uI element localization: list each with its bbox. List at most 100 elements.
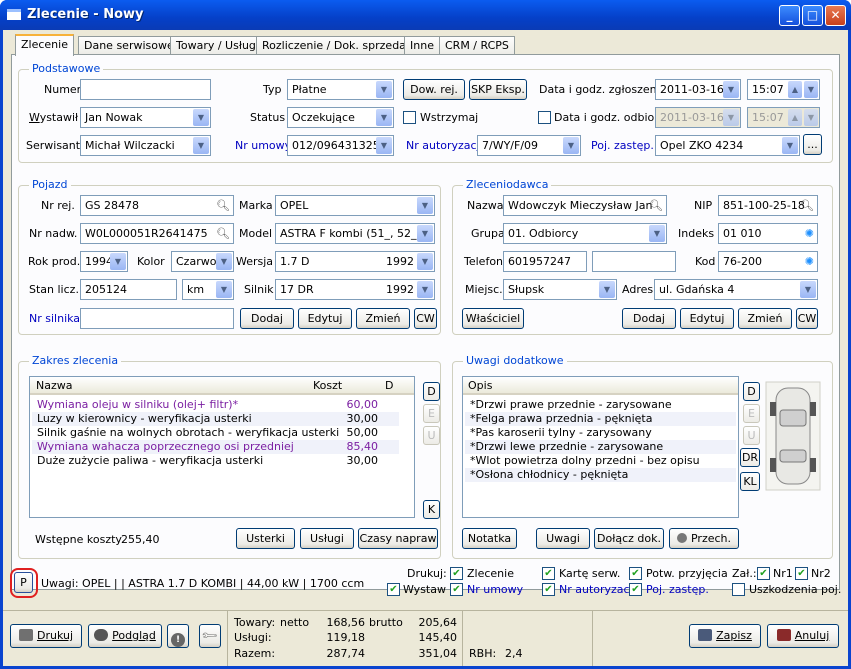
tab-towary-uslugi[interactable]: Towary / Usługi [170, 36, 265, 55]
chevron-down-icon[interactable]: ▼ [723, 81, 739, 98]
przech-button[interactable]: Przech. [669, 528, 739, 549]
chevron-down-icon[interactable]: ▼ [417, 281, 433, 298]
kolor-select[interactable]: Czarwor ▼ [171, 251, 234, 272]
search-icon[interactable]: 🔍︎ [649, 199, 663, 212]
tab-zlecenie[interactable]: Zlecenie [15, 34, 74, 56]
godzina-zgloszenia-spinner[interactable]: 15:07 ▲ ▼ [747, 79, 820, 100]
table-row[interactable]: Wymiana oleju w silniku (olej+ filtr)* 60… [32, 398, 399, 412]
numer-input[interactable] [80, 79, 211, 100]
nr-nadw-input[interactable]: W0L000051R2641475 🔍︎ [80, 223, 234, 244]
usterki-button[interactable]: Usterki [236, 528, 295, 549]
table-row[interactable]: Duże zużycie paliwa - weryfikacja usterk… [32, 454, 399, 468]
spin-up-icon[interactable]: ▲ [788, 109, 802, 126]
grupa-select[interactable]: 01. Odbiorcy ▼ [503, 223, 667, 244]
minimize-button[interactable]: _ [779, 5, 800, 26]
godzina-odbioru-spinner[interactable]: 15:07 ▲ ▼ [747, 107, 820, 128]
chevron-down-icon[interactable]: ▼ [723, 109, 739, 126]
model-select[interactable]: ASTRA F kombi (51_, 52_) ▼ [275, 223, 435, 244]
scope-u-button[interactable]: U [423, 426, 440, 445]
stan-licz-input[interactable]: 205124 [80, 279, 177, 300]
uszkodzenia-checkbox[interactable] [732, 583, 745, 596]
info-button[interactable]: ! [167, 624, 189, 648]
czasy-napraw-button[interactable]: Czasy napraw [358, 528, 438, 549]
list-item[interactable]: *Pas karoserii tylny - zarysowany [465, 426, 736, 440]
chevron-down-icon[interactable]: ▼ [376, 109, 392, 126]
notes-kl-button[interactable]: KL [740, 472, 760, 491]
indeks-input[interactable]: 01 010 ✺ [718, 223, 818, 244]
nip-input[interactable]: 851-100-25-18 🔍︎ [718, 195, 818, 216]
table-row[interactable]: Luzy w kierownicy - weryfikacja usterki 3… [32, 412, 399, 426]
miejsc-select[interactable]: Słupsk ▼ [503, 279, 617, 300]
nr-umowy-select[interactable]: 012/096431325 ▼ [287, 135, 394, 156]
chevron-down-icon[interactable]: ▼ [110, 253, 126, 270]
chevron-down-icon[interactable]: ▼ [649, 225, 665, 242]
nr-autoryzacji-label[interactable]: Nr autoryzacji [406, 139, 483, 152]
nr-silnika-label[interactable]: Nr silnika [29, 312, 80, 325]
tab-rozliczenie[interactable]: Rozliczenie / Dok. sprzedaży [256, 36, 425, 55]
chevron-down-icon[interactable]: ▼ [782, 137, 798, 154]
table-row[interactable]: Silnik gaśnie na wolnych obrotach - wery… [32, 426, 399, 440]
list-item[interactable]: *Drzwi lewe przednie - zarysowane [465, 440, 736, 454]
dolacz-dok-button[interactable]: Dołącz dok. [594, 528, 664, 549]
podglad-button[interactable]: Podgląd [88, 624, 162, 648]
scope-d-button[interactable]: D [423, 382, 440, 401]
data-odbioru-picker[interactable]: 2011-03-16 ▼ [655, 107, 741, 128]
notatka-button[interactable]: Notatka [462, 528, 517, 549]
chevron-down-icon[interactable]: ▼ [563, 137, 579, 154]
adres-select[interactable]: ul. Gdańska 4 ▼ [654, 279, 818, 300]
nr-aut-print-checkbox[interactable]: ✔ [542, 583, 555, 596]
telefon-input[interactable]: 601957247 [503, 251, 587, 272]
vehicle-cw-button[interactable]: CW [414, 308, 437, 329]
scope-e-button[interactable]: E [423, 404, 440, 423]
wstrzymaj-checkbox[interactable] [403, 111, 416, 124]
spin-down-icon[interactable]: ▼ [804, 81, 818, 98]
poj-zastep-label[interactable]: Poj. zastęp. [591, 139, 654, 152]
poj-zastep-select[interactable]: Opel ZKO 4234 ▼ [655, 135, 800, 156]
chevron-down-icon[interactable]: ▼ [193, 109, 209, 126]
jednostka-select[interactable]: km ▼ [182, 279, 234, 300]
vehicle-edytuj-button[interactable]: Edytuj [298, 308, 352, 329]
search-icon[interactable]: 🔍︎ [216, 199, 230, 212]
notes-table[interactable]: Opis *Drzwi prawe przednie - zarysowane *… [462, 376, 739, 518]
zlecenie-checkbox[interactable]: ✔ [450, 567, 463, 580]
uslugi-button[interactable]: Usługi [300, 528, 354, 549]
anuluj-button[interactable]: Anuluj [767, 624, 839, 648]
notes-e-button[interactable]: E [743, 404, 760, 423]
search-icon[interactable]: 🔍︎ [216, 227, 230, 240]
list-item[interactable]: *Drzwi prawe przednie - zarysowane [465, 398, 736, 412]
client-dodaj-button[interactable]: Dodaj [622, 308, 676, 329]
karte-checkbox[interactable]: ✔ [542, 567, 555, 580]
vehicle-dodaj-button[interactable]: Dodaj [240, 308, 294, 329]
car-diagram-icon[interactable] [764, 380, 822, 492]
maximize-button[interactable]: □ [802, 5, 823, 26]
serwisant-select[interactable]: Michał Wilczacki ▼ [80, 135, 211, 156]
nr-autoryzacji-select[interactable]: 7/WY/F/09 ▼ [477, 135, 581, 156]
close-button[interactable]: ✕ [825, 5, 846, 26]
chevron-down-icon[interactable]: ▼ [417, 253, 433, 270]
col-koszt[interactable]: Koszt [313, 379, 342, 392]
notes-u-button[interactable]: U [743, 426, 760, 445]
notes-dr-button[interactable]: DR [740, 448, 760, 467]
client-zmien-button[interactable]: Zmień [738, 308, 792, 329]
tools-button[interactable]: 🔧︎ [199, 624, 221, 648]
nr-umowy-label[interactable]: Nr umowy [235, 139, 291, 152]
poj-print-checkbox[interactable]: ✔ [629, 583, 642, 596]
vehicle-zmien-button[interactable]: Zmień [356, 308, 410, 329]
scope-table[interactable]: Nazwa Koszt D Wymiana oleju w silniku (o… [29, 376, 415, 518]
list-item[interactable]: *Osłona chłodnicy - pęknięta [465, 468, 736, 482]
poj-zastep-more-button[interactable]: ... [803, 134, 822, 155]
wlasciciel-button[interactable]: Właściciel [462, 308, 524, 329]
data-odbioru-checkbox[interactable] [538, 111, 551, 124]
potw-checkbox[interactable]: ✔ [629, 567, 642, 580]
refresh-icon[interactable]: ✺ [805, 255, 814, 268]
data-zgloszenia-picker[interactable]: 2011-03-16 ▼ [655, 79, 741, 100]
nr1-checkbox[interactable]: ✔ [757, 567, 770, 580]
wystaw-checkbox[interactable]: ✔ [387, 583, 400, 596]
table-row[interactable]: Wymiana wahacza poprzecznego osi przedni… [32, 440, 399, 454]
client-edytuj-button[interactable]: Edytuj [680, 308, 734, 329]
chevron-down-icon[interactable]: ▼ [417, 197, 433, 214]
scope-k-button[interactable]: K [423, 500, 440, 519]
chevron-down-icon[interactable]: ▼ [599, 281, 615, 298]
refresh-icon[interactable]: ✺ [805, 227, 814, 240]
telefon2-input[interactable] [592, 251, 676, 272]
